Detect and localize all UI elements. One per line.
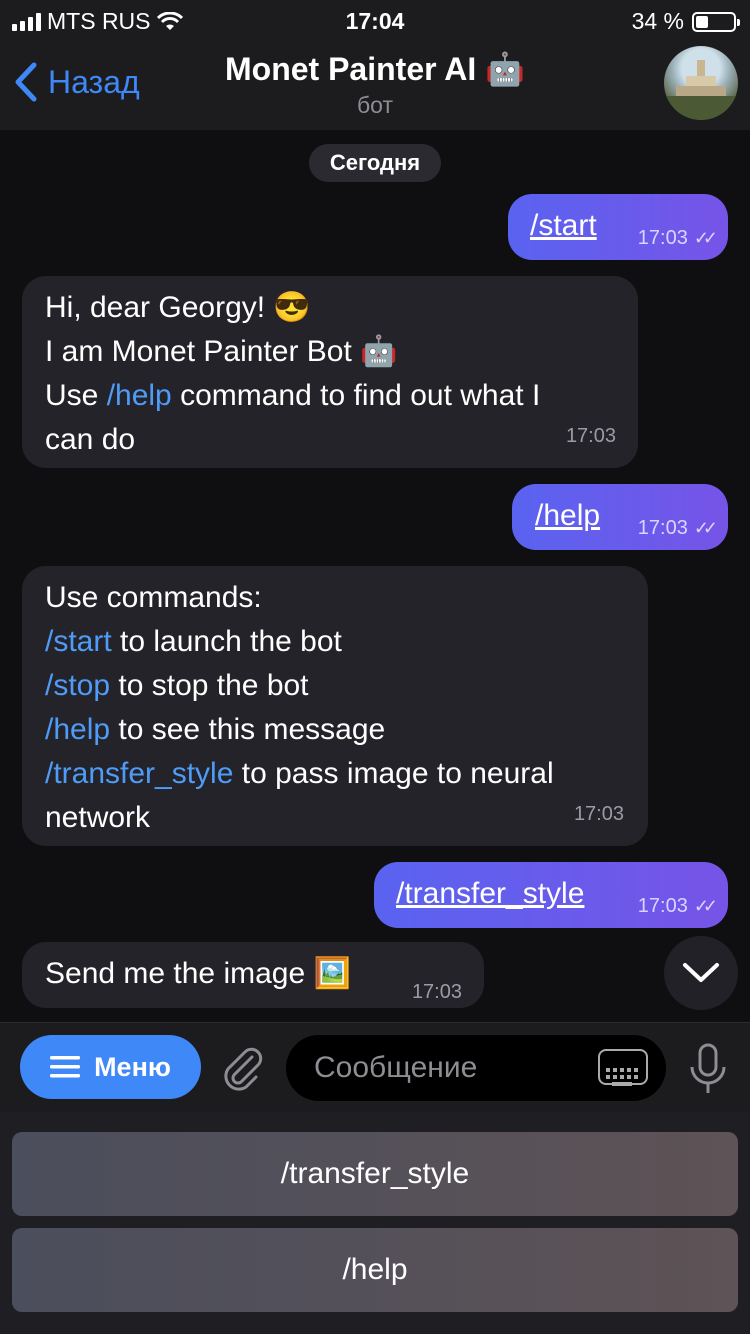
message-time: 17:03 bbox=[637, 517, 688, 539]
double-check-icon: ✓✓ bbox=[693, 518, 718, 538]
keyboard-button-transfer-style[interactable]: /transfer_style bbox=[12, 1132, 738, 1216]
menu-label: Меню bbox=[94, 1051, 171, 1082]
message-text-line: can do bbox=[45, 423, 136, 456]
outgoing-message[interactable]: /start 17:03 ✓✓ bbox=[508, 194, 728, 260]
input-bar: Меню Сообщение bbox=[0, 1022, 750, 1113]
message-text: to pass image to neural bbox=[233, 757, 554, 790]
message-text-line: I am Monet Painter Bot 🤖 bbox=[45, 335, 398, 368]
chat-header: Назад Monet Painter AI 🤖 бот bbox=[0, 40, 750, 131]
command-link[interactable]: /help bbox=[535, 499, 600, 532]
keyboard-button-help[interactable]: /help bbox=[12, 1228, 738, 1312]
microphone-icon[interactable] bbox=[688, 1043, 728, 1097]
command-link[interactable]: /transfer_style bbox=[45, 757, 233, 790]
incoming-message[interactable]: Use commands: /start to launch the bot /… bbox=[22, 566, 648, 846]
chat-title[interactable]: Monet Painter AI 🤖 bbox=[0, 50, 750, 88]
command-link[interactable]: /start bbox=[45, 625, 112, 658]
battery-percent: 34 % bbox=[631, 8, 684, 34]
message-text-line: network bbox=[45, 801, 151, 834]
outgoing-message[interactable]: /help 17:03 ✓✓ bbox=[512, 484, 728, 550]
incoming-message[interactable]: Hi, dear Georgy! 😎 I am Monet Painter Bo… bbox=[22, 276, 638, 468]
message-text: Use bbox=[45, 379, 107, 412]
command-link[interactable]: /transfer_style bbox=[396, 877, 584, 910]
double-check-icon: ✓✓ bbox=[693, 228, 718, 248]
message-text-line: Hi, dear Georgy! 😎 bbox=[45, 291, 311, 324]
keyboard-icon[interactable] bbox=[598, 1049, 648, 1086]
message-time: 17:03 bbox=[637, 227, 688, 249]
command-link[interactable]: /start bbox=[530, 209, 597, 242]
paperclip-icon[interactable] bbox=[218, 1043, 268, 1093]
chat-area[interactable]: Сегодня /start 17:03 ✓✓ Hi, dear Georgy! … bbox=[0, 130, 750, 1022]
message-placeholder: Сообщение bbox=[314, 1051, 478, 1084]
avatar[interactable] bbox=[664, 46, 738, 120]
command-link[interactable]: /help bbox=[45, 713, 110, 746]
message-time: 17:03 bbox=[637, 895, 688, 917]
hamburger-icon bbox=[50, 1056, 81, 1078]
bot-keyboard: /transfer_style /help bbox=[0, 1112, 750, 1334]
chevron-down-icon bbox=[683, 963, 719, 982]
incoming-message[interactable]: Send me the image 🖼️ 17:03 bbox=[22, 942, 484, 1008]
message-text-line: Use commands: bbox=[45, 581, 262, 614]
status-bar: MTS RUS 17:04 34 % bbox=[0, 0, 750, 40]
message-text: Send me the image 🖼️ bbox=[45, 957, 351, 990]
message-text: to launch the bot bbox=[111, 625, 342, 658]
message-time: 17:03 bbox=[411, 981, 462, 1003]
command-link[interactable]: /stop bbox=[45, 669, 110, 702]
message-input[interactable]: Сообщение bbox=[286, 1035, 666, 1101]
message-text: to stop the bot bbox=[110, 669, 309, 702]
outgoing-message[interactable]: /transfer_style 17:03 ✓✓ bbox=[374, 862, 728, 928]
chat-subtitle: бот bbox=[357, 92, 393, 118]
message-text: to see this message bbox=[110, 713, 386, 746]
double-check-icon: ✓✓ bbox=[693, 896, 718, 916]
message-time: 17:03 bbox=[573, 803, 624, 825]
battery-icon bbox=[692, 11, 740, 32]
message-time: 17:03 bbox=[565, 425, 616, 447]
scroll-down-button[interactable] bbox=[664, 936, 738, 1010]
message-text: command to find out what I bbox=[171, 379, 541, 412]
date-separator: Сегодня bbox=[309, 144, 441, 182]
command-link[interactable]: /help bbox=[107, 379, 172, 412]
menu-button[interactable]: Меню bbox=[20, 1035, 201, 1099]
